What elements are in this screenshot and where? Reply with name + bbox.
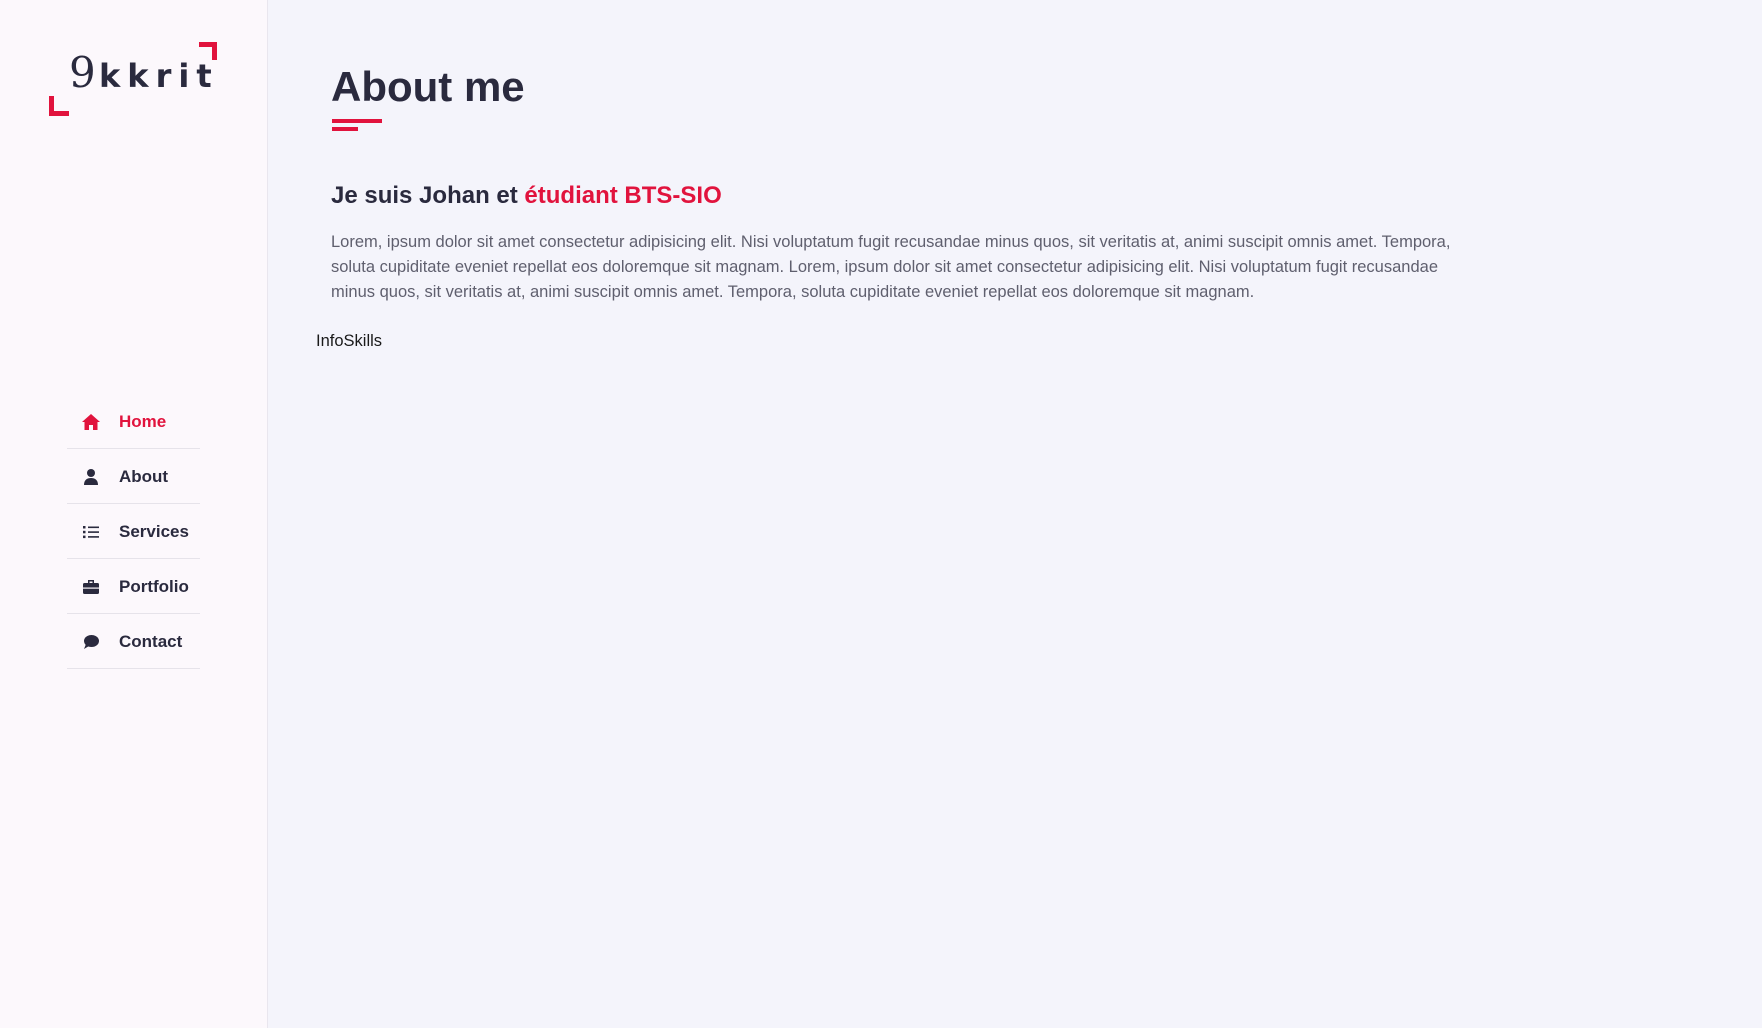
main-content: About me Je suis Johan et étudiant BTS-S… <box>268 0 1762 1028</box>
tab-info[interactable]: Info <box>316 332 344 350</box>
about-tabs: InfoSkills <box>316 332 382 351</box>
chat-bubble-icon <box>81 632 101 652</box>
nav-item-label: Services <box>119 521 189 541</box>
subtitle-prefix: Je suis Johan et <box>331 182 525 209</box>
underline-bar-short <box>332 127 358 131</box>
nav-item-label: Contact <box>119 631 183 651</box>
subtitle: Je suis Johan et étudiant BTS-SIO <box>331 182 722 210</box>
logo[interactable]: 9 kkrit <box>49 42 219 116</box>
nav-item-label: About <box>119 466 169 486</box>
nav-item-label: Home <box>119 411 167 431</box>
sidebar: 9 kkrit Home About Services Portfolio Co… <box>0 0 268 1028</box>
tab-skills[interactable]: Skills <box>344 332 383 350</box>
list-icon <box>81 522 101 542</box>
logo-digit: 9 <box>69 48 96 97</box>
user-icon <box>81 467 101 487</box>
nav-item-services[interactable]: Services <box>67 505 200 559</box>
about-description: Lorem, ipsum dolor sit amet consectetur … <box>331 233 1451 301</box>
nav-item-about[interactable]: About <box>67 450 200 504</box>
nav-item-home[interactable]: Home <box>67 395 200 449</box>
page-title: About me <box>331 63 525 110</box>
nav-item-contact[interactable]: Contact <box>67 615 200 669</box>
underline-bar-long <box>332 119 382 123</box>
title-underline <box>332 119 384 133</box>
briefcase-icon <box>81 577 101 597</box>
logo-corner-bottom-left <box>49 96 69 116</box>
logo-text: kkrit <box>99 57 219 95</box>
main-nav: Home About Services Portfolio Contact <box>67 395 200 670</box>
nav-item-portfolio[interactable]: Portfolio <box>67 560 200 614</box>
nav-item-label: Portfolio <box>119 576 189 596</box>
home-icon <box>81 412 101 432</box>
subtitle-accent: étudiant BTS-SIO <box>524 182 722 209</box>
